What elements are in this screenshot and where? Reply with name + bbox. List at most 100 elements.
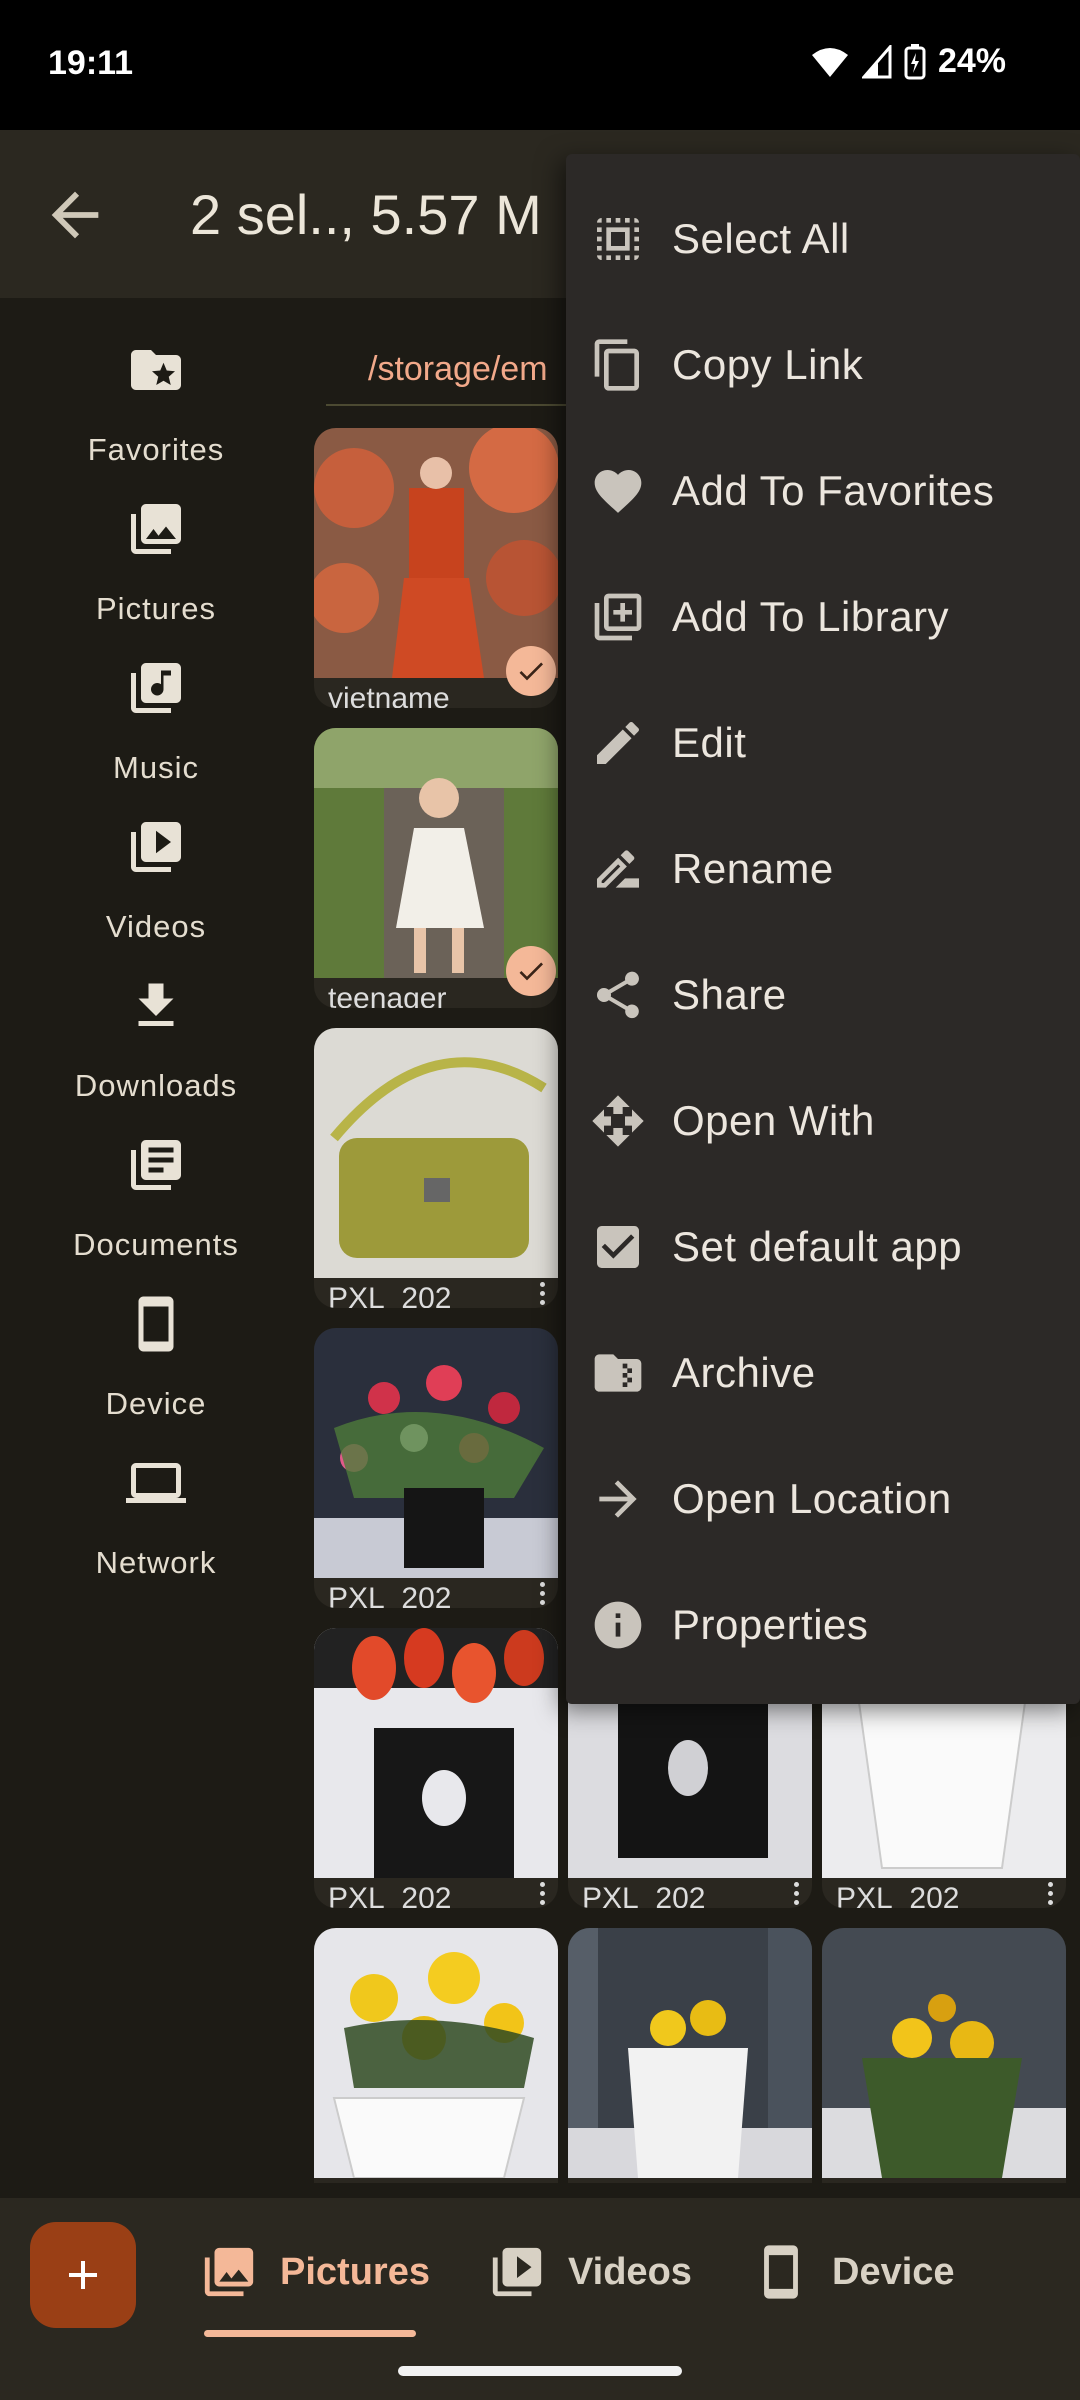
- rail-item-favorites[interactable]: Favorites: [0, 298, 312, 467]
- menu-item-rename[interactable]: Rename: [566, 806, 1080, 932]
- file-tile[interactable]: [822, 1928, 1066, 2183]
- rail-item-device[interactable]: Device: [0, 1252, 312, 1421]
- menu-item-open-location[interactable]: Open Location: [566, 1436, 1080, 1562]
- file-tile[interactable]: PXL_202: [314, 1028, 558, 1308]
- video-library-icon: [131, 822, 181, 872]
- music-library-icon: [131, 663, 181, 713]
- tab-device[interactable]: Device: [752, 2232, 955, 2312]
- menu-item-label: Rename: [672, 845, 834, 892]
- overflow-menu: Select All Copy Link Add To Favorites Ad…: [566, 154, 1080, 1704]
- image-library-icon: [131, 504, 181, 554]
- back-button[interactable]: [40, 180, 110, 250]
- more-options-icon[interactable]: [540, 1882, 546, 1908]
- status-time: 19:11: [48, 44, 134, 82]
- heart-icon: [594, 470, 642, 513]
- menu-item-label: Add To Favorites: [672, 467, 995, 514]
- info-icon: [594, 1601, 642, 1649]
- folder-star-icon: [131, 350, 181, 390]
- add-fab-button[interactable]: [30, 2222, 136, 2328]
- selection-title: 2 sel.., 5.57 M: [190, 183, 542, 246]
- thumbnail-image: [822, 1928, 1066, 2178]
- archive-folder-icon: [594, 1354, 642, 1392]
- menu-item-share[interactable]: Share: [566, 932, 1080, 1058]
- tab-label: Videos: [568, 2250, 692, 2293]
- rename-icon: [597, 850, 639, 888]
- copy-icon: [594, 339, 639, 391]
- menu-item-copy-link[interactable]: Copy Link: [566, 302, 1080, 428]
- file-name: vietname: [328, 682, 450, 708]
- thumbnail-image: [314, 1628, 558, 1878]
- tab-pictures[interactable]: Pictures: [200, 2232, 430, 2312]
- path-breadcrumb[interactable]: /storage/em: [326, 340, 576, 406]
- status-icons: 24%: [810, 42, 1006, 81]
- menu-item-set-default-app[interactable]: Set default app: [566, 1184, 1080, 1310]
- file-tile[interactable]: [568, 1928, 812, 2183]
- menu-item-archive[interactable]: Archive: [566, 1310, 1080, 1436]
- more-options-icon[interactable]: [540, 1282, 546, 1308]
- arrow-back-icon: [51, 191, 99, 239]
- video-library-icon: [492, 2247, 542, 2297]
- menu-item-label: Copy Link: [672, 341, 864, 388]
- menu-item-edit[interactable]: Edit: [566, 680, 1080, 806]
- thumbnail-image: [314, 1328, 558, 1578]
- more-options-icon[interactable]: [794, 1882, 800, 1908]
- phone-icon: [764, 2245, 798, 2299]
- tab-label: Device: [832, 2250, 955, 2293]
- file-name: PXL_202: [582, 1882, 706, 1908]
- menu-item-label: Edit: [672, 719, 747, 766]
- tab-videos[interactable]: Videos: [488, 2232, 692, 2312]
- more-options-icon[interactable]: [540, 1582, 546, 1608]
- selected-check-icon: [506, 946, 556, 996]
- path-text: /storage/em: [368, 350, 548, 388]
- arrow-right-icon: [599, 1480, 637, 1518]
- battery-percent: 24%: [937, 42, 1006, 80]
- library-add-icon: [594, 593, 642, 641]
- home-gesture-bar[interactable]: [398, 2366, 682, 2376]
- menu-item-add-to-favorites[interactable]: Add To Favorites: [566, 428, 1080, 554]
- status-bar: 19:11 24%: [0, 0, 1080, 130]
- file-tile[interactable]: vietname: [314, 428, 558, 708]
- thumbnail-image: [314, 728, 558, 978]
- menu-item-label: Set default app: [672, 1223, 963, 1270]
- tab-label: Pictures: [280, 2250, 430, 2293]
- file-name: PXL_202: [328, 1882, 452, 1908]
- rail-item-documents[interactable]: Documents: [0, 1093, 312, 1262]
- wifi-icon: [811, 47, 848, 77]
- menu-item-label: Open With: [672, 1097, 875, 1144]
- phone-icon: [138, 1296, 174, 1352]
- select-all-icon: [597, 218, 639, 260]
- menu-item-label: Select All: [672, 215, 850, 262]
- thumbnail-image: [314, 1028, 558, 1278]
- menu-item-properties[interactable]: Properties: [566, 1562, 1080, 1688]
- file-tile[interactable]: PXL_202: [314, 1628, 558, 1908]
- navigation-rail: Favorites Pictures Music Videos Download…: [0, 298, 312, 2198]
- download-icon: [138, 983, 174, 1026]
- menu-item-label: Share: [672, 971, 787, 1018]
- signal-icon: [861, 44, 892, 78]
- file-tile[interactable]: PXL_202: [314, 1328, 558, 1608]
- bottom-navigation: Pictures Videos Device: [0, 2198, 1080, 2400]
- rail-item-videos[interactable]: Videos: [0, 775, 312, 944]
- menu-item-open-with[interactable]: Open With: [566, 1058, 1080, 1184]
- active-tab-indicator: [204, 2330, 416, 2337]
- rail-item-music[interactable]: Music: [0, 616, 312, 785]
- menu-item-add-to-library[interactable]: Add To Library: [566, 554, 1080, 680]
- file-tile[interactable]: [314, 1928, 558, 2183]
- rail-item-pictures[interactable]: Pictures: [0, 457, 312, 626]
- menu-item-label: Open Location: [672, 1475, 952, 1522]
- menu-item-select-all[interactable]: Select All: [566, 176, 1080, 302]
- thumbnail-image: [314, 428, 558, 678]
- file-name: PXL_202: [836, 1882, 960, 1908]
- file-name: PXL_202: [328, 1282, 452, 1308]
- thumbnail-image: [568, 1928, 812, 2178]
- thumbnail-image: [314, 1928, 558, 2178]
- file-tile[interactable]: teenager: [314, 728, 558, 1008]
- file-name: teenager: [328, 982, 447, 1008]
- share-icon: [596, 971, 639, 1019]
- more-options-icon[interactable]: [1048, 1882, 1054, 1908]
- plus-icon: [69, 2261, 97, 2289]
- image-library-icon: [204, 2247, 254, 2297]
- rail-item-downloads[interactable]: Downloads: [0, 934, 312, 1103]
- menu-item-label: Add To Library: [672, 593, 950, 640]
- rail-item-network[interactable]: Network: [0, 1411, 312, 1580]
